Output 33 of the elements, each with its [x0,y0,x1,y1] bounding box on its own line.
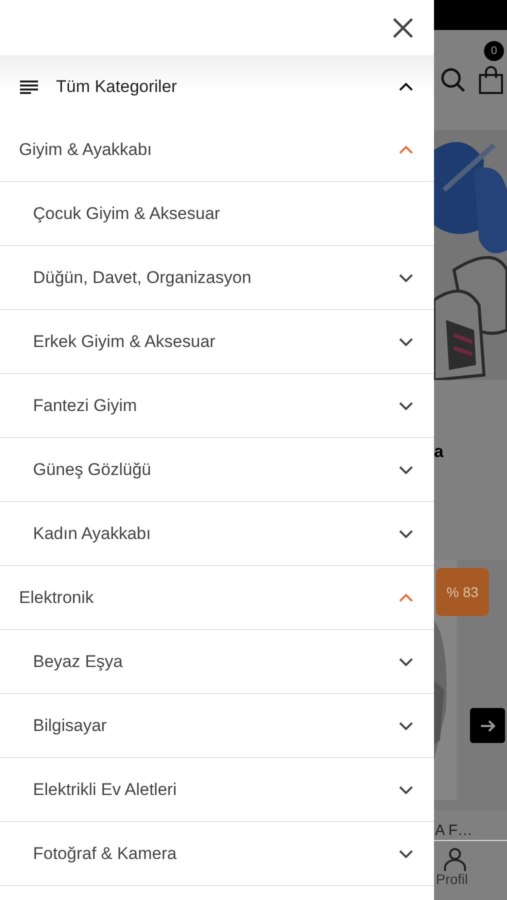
category-label: Elektronik [19,588,95,608]
subcategory-label: Fantezi Giyim [33,396,138,416]
chevron-down-icon[interactable] [398,784,414,794]
chevron-down-icon[interactable] [398,336,414,346]
menu-icon [20,80,38,94]
product-title: a [434,442,444,462]
chevron-down-icon[interactable] [398,400,414,410]
category-label: Giyim & Ayakkabı [19,140,153,160]
subcategory-label: Bilgisayar [33,716,108,736]
subcategory-label: Güneş Gözlüğü [33,460,152,480]
subcategory-label: Erkek Giyim & Aksesuar [33,332,216,352]
person-icon[interactable] [443,847,467,871]
subcategory-label: Çocuk Giyim & Aksesuar [33,204,222,224]
subcategory-label: Düğün, Davet, Organizasyon [33,268,252,288]
chevron-down-icon[interactable] [398,464,414,474]
chevron-up-icon[interactable] [398,82,414,92]
chevron-down-icon[interactable] [398,656,414,666]
search-icon[interactable] [440,67,466,93]
chevron-down-icon[interactable] [398,272,414,282]
chevron-down-icon[interactable] [398,720,414,730]
discount-badge: % 83 [436,568,489,616]
product-name: A F… [435,822,473,839]
header-title: Tüm Kategoriler [56,76,178,96]
bag-icon[interactable] [478,65,504,95]
subcategory-label: Fotoğraf & Kamera [33,844,178,864]
subcategory-label: Kadın Ayakkabı [33,524,152,544]
cart-count-badge: 0 [484,41,504,61]
chevron-down-icon[interactable] [398,528,414,538]
subcategory-label: Elektrikli Ev Aletleri [33,780,178,800]
chevron-down-icon[interactable] [398,848,414,858]
close-icon[interactable] [392,16,414,38]
subcategory-label: Beyaz Eşya [33,652,124,672]
next-button[interactable] [470,708,505,743]
